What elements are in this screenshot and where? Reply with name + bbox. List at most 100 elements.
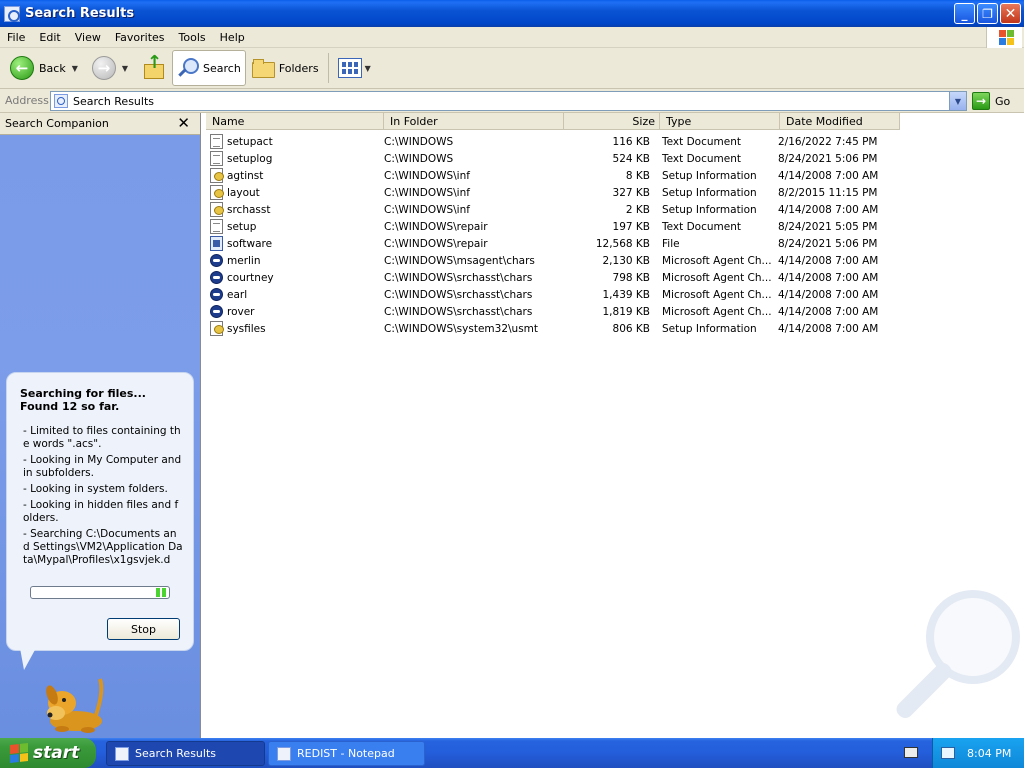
table-row[interactable]: software C:\WINDOWS\repair 12,568 KB File 8/… [210,235,894,252]
column-header-type[interactable]: Type [660,113,780,130]
views-button[interactable]: ▼ [334,50,375,86]
minimize-button[interactable]: _ [954,3,975,24]
cell-date-modified: 4/14/2008 7:00 AM [778,271,879,284]
start-button[interactable]: start [0,738,96,768]
cell-size: 8 KB [625,169,650,182]
up-folder-button[interactable] [138,50,168,86]
cell-in-folder: C:\WINDOWS\srchasst\chars [384,305,533,318]
table-row[interactable]: srchasst C:\WINDOWS\inf 2 KB Setup Informat… [210,201,894,218]
forward-arrow-icon: → [91,56,116,80]
search-dog-icon[interactable] [42,673,108,735]
search-status-title: Searching for files... Found 12 so far. [20,387,146,413]
menu-file[interactable]: File [0,31,32,44]
up-folder-icon [142,52,165,80]
cell-size: 327 KB [612,186,650,199]
network-icon[interactable] [941,747,955,759]
search-progress-bar [30,586,170,599]
table-row[interactable]: sysfiles C:\WINDOWS\system32\usmt 806 KB Se… [210,320,894,337]
chevron-down-icon[interactable]: ▼ [72,64,78,73]
menu-view[interactable]: View [68,31,108,44]
file-name: software [227,237,273,250]
table-row[interactable]: merlin C:\WINDOWS\msagent\chars 2,130 KB Mi… [210,252,894,269]
start-label: start [33,743,80,763]
magnifier-watermark-icon [881,590,1024,738]
chevron-down-icon[interactable]: ▼ [122,64,128,73]
table-row[interactable]: setuplog C:\WINDOWS 524 KB Text Document 8/2… [210,150,894,167]
cell-in-folder: C:\WINDOWS\system32\usmt [384,322,539,335]
cell-in-folder: C:\WINDOWS [384,152,454,165]
table-row[interactable]: setup C:\WINDOWS\repair 197 KB Text Documen… [210,218,894,235]
cell-date-modified: 4/14/2008 7:00 AM [778,288,879,301]
cell-name: setup [210,219,384,234]
column-header-in-folder[interactable]: In Folder [384,113,564,130]
clock[interactable]: 8:04 PM [967,747,1011,760]
search-button[interactable]: Search [172,50,246,86]
maximize-button[interactable]: ❐ [977,3,998,24]
system-tray: 8:04 PM [932,738,1024,768]
title-bar[interactable]: Search Results _ ❐ ✕ [0,0,1024,27]
cell-size: 798 KB [612,271,650,284]
status-line: - Limited to files containing the words … [23,425,181,450]
table-row[interactable]: layout C:\WINDOWS\inf 327 KB Setup Informat… [210,184,894,201]
table-row[interactable]: setupact C:\WINDOWS 116 KB Text Document 2/1… [210,133,894,150]
chevron-down-icon[interactable]: ▼ [949,92,966,110]
table-row[interactable]: earl C:\WINDOWS\srchasst\chars 1,439 KB Mic… [210,286,894,303]
keyboard-icon[interactable] [904,747,918,758]
menu-help[interactable]: Help [213,31,252,44]
table-row[interactable]: rover C:\WINDOWS\srchasst\chars 1,819 KB Mi… [210,303,894,320]
cell-date-modified: 4/14/2008 7:00 AM [778,254,879,267]
column-header-name[interactable]: Name [206,113,384,130]
search-window-icon [115,746,129,761]
menu-edit[interactable]: Edit [32,31,67,44]
toolbar: ← Back ▼ → ▼ Search Folders ▼ [0,48,1024,89]
cell-name: setuplog [210,151,384,166]
status-line: - Looking in My Computer and in subfolde… [23,454,182,479]
setup-file-icon [210,168,224,183]
address-bar: Address Search Results ▼ → Go [0,89,1024,113]
windows-flag-icon [10,743,28,763]
file-name: courtney [227,271,274,284]
taskbar-item-search-results[interactable]: Search Results [106,741,265,766]
forward-button[interactable]: → ▼ [88,50,132,86]
table-row[interactable]: agtinst C:\WINDOWS\inf 8 KB Setup Informati… [210,167,894,184]
agent-file-icon [210,271,223,284]
chevron-down-icon[interactable]: ▼ [365,64,371,73]
column-header-date-modified[interactable]: Date Modified [780,113,900,130]
file-name: agtinst [227,169,264,182]
search-status-bubble: Searching for files... Found 12 so far. … [6,372,194,651]
address-field[interactable]: Search Results ▼ [50,91,967,111]
cell-date-modified: 4/14/2008 7:00 AM [778,203,879,216]
taskbar-item-notepad[interactable]: REDIST - Notepad [268,741,425,766]
go-button[interactable]: → Go [972,92,1010,110]
cell-in-folder: C:\WINDOWS\msagent\chars [384,254,535,267]
cell-date-modified: 2/16/2022 7:45 PM [778,135,878,148]
cell-size: 197 KB [612,220,650,233]
table-row[interactable]: courtney C:\WINDOWS\srchasst\chars 798 KB M… [210,269,894,286]
menu-favorites[interactable]: Favorites [108,31,172,44]
cell-in-folder: C:\WINDOWS\repair [384,220,488,233]
cell-name: courtney [210,271,384,284]
search-icon [177,57,200,79]
address-label: Address [5,94,49,107]
cell-size: 1,819 KB [602,305,651,318]
cell-name: earl [210,288,384,301]
close-button[interactable]: ✕ [1000,3,1021,24]
cell-type: Text Document [662,152,741,165]
menu-tools[interactable]: Tools [172,31,213,44]
cell-type: Text Document [662,220,741,233]
agent-file-icon [210,288,223,301]
back-button[interactable]: ← Back ▼ [6,50,82,86]
close-icon[interactable]: ✕ [177,114,190,132]
taskbar: start Search Results REDIST - Notepad 8:… [0,738,1024,768]
column-header-size[interactable]: Size [564,113,660,130]
folder-icon [251,59,275,78]
stop-button[interactable]: Stop [107,618,180,640]
search-companion-pane: Search Companion ✕ Searching for files..… [0,113,200,738]
file-name: setuplog [227,152,273,165]
task-label: Search Results [135,747,217,760]
cell-in-folder: C:\WINDOWS\srchasst\chars [384,271,533,284]
setup-file-icon [210,321,224,336]
text-file-icon [210,134,223,149]
agent-file-icon [210,305,223,318]
folders-button[interactable]: Folders [248,50,323,86]
